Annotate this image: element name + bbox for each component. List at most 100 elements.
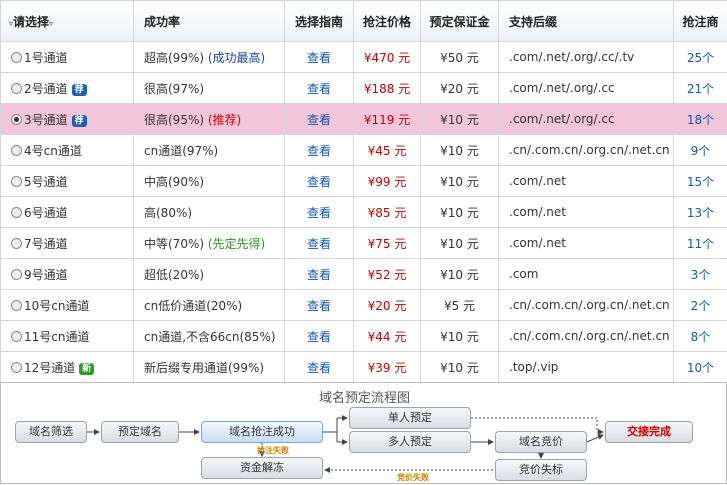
channel-cell[interactable]: 12号通道新 [1, 352, 134, 383]
registrar-cell: 15个 [674, 166, 727, 197]
guide-cell: 查看 [285, 228, 354, 259]
suffix-cell: .cn/.com.cn/.org.cn/.net.cn [499, 290, 674, 321]
table-row[interactable]: 2号通道荐很高(97%) 查看¥188 元¥20 元.com/.net/.org… [1, 73, 727, 104]
channel-radio[interactable] [11, 52, 22, 63]
guide-link[interactable]: 查看 [307, 82, 331, 96]
registrar-count[interactable]: 2个 [691, 299, 711, 313]
table-row[interactable]: 11号cn通道cn通道,不含66cn(85%) 查看¥44 元¥10 元.cn/… [1, 321, 727, 352]
channel-radio[interactable] [11, 238, 22, 249]
grab-price: ¥45 元 [368, 144, 407, 158]
registrar-count[interactable]: 8个 [691, 330, 711, 344]
channel-radio[interactable] [11, 83, 22, 94]
registrar-cell: 11个 [674, 228, 727, 259]
registrar-count[interactable]: 3个 [691, 268, 711, 282]
connector-single-done [471, 418, 603, 432]
guide-link[interactable]: 查看 [307, 51, 331, 65]
registrar-count[interactable]: 18个 [687, 113, 714, 127]
dropdown-icon: ▿ [49, 19, 53, 28]
table-header-row: ▿请选择▿ 成功率 选择指南 抢注价格 预定保证金 支持后缀 抢注商 [1, 1, 727, 42]
guide-link[interactable]: 查看 [307, 237, 331, 251]
success-rate: cn通道,不含66cn(85%) [144, 330, 276, 344]
guide-link[interactable]: 查看 [307, 299, 331, 313]
table-row[interactable]: 12号通道新新后缀专用通道(99%) 查看¥39 元¥10 元.top/.vip… [1, 352, 727, 383]
channel-cell[interactable]: 7号通道 [1, 228, 134, 259]
deposit: ¥10 元 [440, 361, 479, 375]
table-row[interactable]: 7号通道中等(70%) (先定先得)查看¥75 元¥10 元.com/.net1… [1, 228, 727, 259]
deposit-cell: ¥5 元 [421, 290, 499, 321]
guide-link[interactable]: 查看 [307, 113, 331, 127]
guide-link[interactable]: 查看 [307, 361, 331, 375]
channel-badge: 新 [79, 363, 94, 375]
channel-radio[interactable] [11, 176, 22, 187]
deposit: ¥10 元 [440, 268, 479, 282]
table-row[interactable]: 5号通道中高(90%) 查看¥99 元¥10 元.com/.net15个 [1, 166, 727, 197]
channel-radio[interactable] [11, 207, 22, 218]
deposit-cell: ¥10 元 [421, 197, 499, 228]
header-guide: 选择指南 [285, 1, 354, 42]
rate-note: (先定先得) [208, 237, 265, 251]
header-select[interactable]: ▿请选择▿ [1, 1, 134, 42]
flowchart-title: 域名预定流程图 [1, 387, 727, 406]
channel-cell[interactable]: 9号通道 [1, 259, 134, 290]
registrar-cell: 10个 [674, 352, 727, 383]
channel-cell[interactable]: 10号cn通道 [1, 290, 134, 321]
grab-price: ¥119 元 [364, 113, 410, 127]
registrar-count[interactable]: 9个 [691, 144, 711, 158]
suffix-cell: .com/.net [499, 166, 674, 197]
channel-radio[interactable] [11, 269, 22, 280]
deposit-cell: ¥10 元 [421, 352, 499, 383]
guide-link[interactable]: 查看 [307, 268, 331, 282]
grab-price: ¥188 元 [364, 82, 410, 96]
channel-radio[interactable] [11, 331, 22, 342]
channel-radio[interactable] [11, 145, 22, 156]
channel-radio[interactable] [11, 114, 22, 125]
channel-badge: 荐 [72, 115, 87, 127]
deposit-cell: ¥10 元 [421, 321, 499, 352]
channel-table: ▿请选择▿ 成功率 选择指南 抢注价格 预定保证金 支持后缀 抢注商 1号通道超… [0, 0, 727, 383]
deposit: ¥10 元 [440, 237, 479, 251]
supported-suffix: .com/.net [509, 236, 566, 250]
channel-cell[interactable]: 1号通道 [1, 42, 134, 73]
guide-cell: 查看 [285, 259, 354, 290]
supported-suffix: .com/.net/.org/.cc [509, 112, 615, 126]
success-rate: 中等(70%) [144, 237, 204, 251]
registrar-count[interactable]: 13个 [687, 206, 714, 220]
guide-link[interactable]: 查看 [307, 144, 331, 158]
channel-cell[interactable]: 11号cn通道 [1, 321, 134, 352]
table-row[interactable]: 10号cn通道cn低价通道(20%) 查看¥20 元¥5 元.cn/.com.c… [1, 290, 727, 321]
channel-cell[interactable]: 4号cn通道 [1, 135, 134, 166]
deposit: ¥10 元 [440, 113, 479, 127]
channel-cell[interactable]: 5号通道 [1, 166, 134, 197]
success-rate: cn通道(97%) [144, 144, 218, 158]
channel-cell[interactable]: 2号通道荐 [1, 73, 134, 104]
table-row[interactable]: 4号cn通道cn通道(97%) 查看¥45 元¥10 元.cn/.com.cn/… [1, 135, 727, 166]
registrar-count[interactable]: 21个 [687, 82, 714, 96]
channel-radio[interactable] [11, 300, 22, 311]
table-row[interactable]: 9号通道超低(20%) 查看¥52 元¥10 元.com3个 [1, 259, 727, 290]
table-row[interactable]: 3号通道荐很高(95%) (推荐)查看¥119 元¥10 元.com/.net/… [1, 104, 727, 135]
flow-step-unfreeze: 资金解冻 [201, 457, 323, 479]
rate-note: (推荐) [208, 113, 241, 127]
guide-link[interactable]: 查看 [307, 206, 331, 220]
rate-cell: 高(80%) [134, 197, 285, 228]
grab-price: ¥85 元 [368, 206, 407, 220]
channel-radio[interactable] [11, 362, 22, 373]
table-row[interactable]: 1号通道超高(99%) (成功最高)查看¥470 元¥50 元.com/.net… [1, 42, 727, 73]
channel-cell[interactable]: 6号通道 [1, 197, 134, 228]
suffix-cell: .cn/.com.cn/.org.cn/.net.cn [499, 135, 674, 166]
registrar-count[interactable]: 10个 [687, 361, 714, 375]
guide-link[interactable]: 查看 [307, 330, 331, 344]
price-cell: ¥52 元 [354, 259, 421, 290]
price-cell: ¥119 元 [354, 104, 421, 135]
channel-cell[interactable]: 3号通道荐 [1, 104, 134, 135]
registrar-count[interactable]: 15个 [687, 175, 714, 189]
success-rate: 新后缀专用通道(99%) [144, 361, 264, 375]
connector-auction-done [587, 435, 603, 442]
registrar-count[interactable]: 11个 [687, 237, 714, 251]
registrar-count[interactable]: 25个 [687, 51, 714, 65]
guide-link[interactable]: 查看 [307, 175, 331, 189]
rate-cell: cn低价通道(20%) [134, 290, 285, 321]
channel-name: 1号通道 [24, 51, 68, 65]
table-row[interactable]: 6号通道高(80%) 查看¥85 元¥10 元.com/.net13个 [1, 197, 727, 228]
deposit: ¥10 元 [440, 206, 479, 220]
